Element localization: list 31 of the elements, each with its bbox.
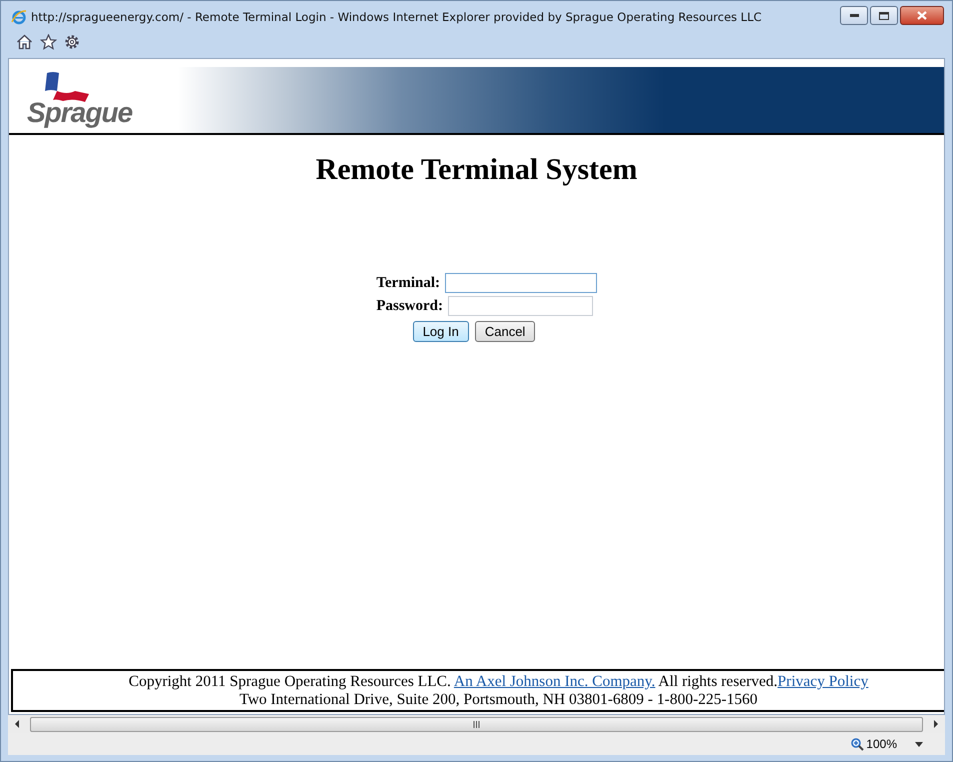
horizontal-scrollbar[interactable] — [8, 715, 945, 733]
logo-text: Sprague — [27, 97, 132, 129]
window-title: http://spragueenergy.com/ - Remote Terminal Login - Windows Internet Explorer provided by Sprague Operating Resources LLC — [31, 10, 762, 24]
field-label: Password: — [375, 298, 443, 314]
dropdown-icon[interactable] — [915, 742, 923, 746]
scroll-left-icon[interactable] — [14, 720, 20, 728]
browser-logo-icon — [11, 8, 27, 24]
minimize-button[interactable] — [840, 6, 868, 25]
settings-icon[interactable] — [64, 34, 80, 50]
input-field[interactable] — [445, 273, 597, 293]
grip-icon — [473, 720, 480, 728]
scroll-right-icon[interactable] — [933, 720, 939, 728]
minimize-icon — [850, 14, 858, 17]
login-button[interactable]: Log In — [412, 321, 469, 342]
address-text: Two International Drive, Suite 200, Portsmouth, NH 03801-6809 - 1-800-225-1560 — [238, 691, 759, 709]
close-icon — [917, 11, 927, 20]
zoom-icon[interactable] — [851, 738, 864, 750]
cancel-button[interactable]: Cancel — [474, 321, 536, 342]
zoom-level[interactable]: 100% — [866, 737, 897, 751]
home-icon[interactable] — [16, 34, 33, 50]
close-button[interactable] — [900, 6, 944, 25]
link[interactable]: An Axel Johnson Inc. Company. — [454, 673, 656, 690]
input-field[interactable] — [448, 296, 593, 316]
maximize-icon — [879, 12, 889, 20]
field-label: Terminal: — [375, 274, 440, 292]
page-heading: Remote Terminal System — [316, 153, 638, 187]
star-icon[interactable] — [40, 34, 57, 50]
link[interactable]: Privacy Policy — [778, 673, 868, 690]
scrollbar-thumb[interactable] — [30, 716, 923, 732]
copyright-text: Copyright 2011 Sprague Operating Resources LLC. An Axel Johnson Inc. Company. All rights reserved.Privacy Policy — [128, 673, 870, 691]
maximize-button[interactable] — [870, 6, 898, 25]
